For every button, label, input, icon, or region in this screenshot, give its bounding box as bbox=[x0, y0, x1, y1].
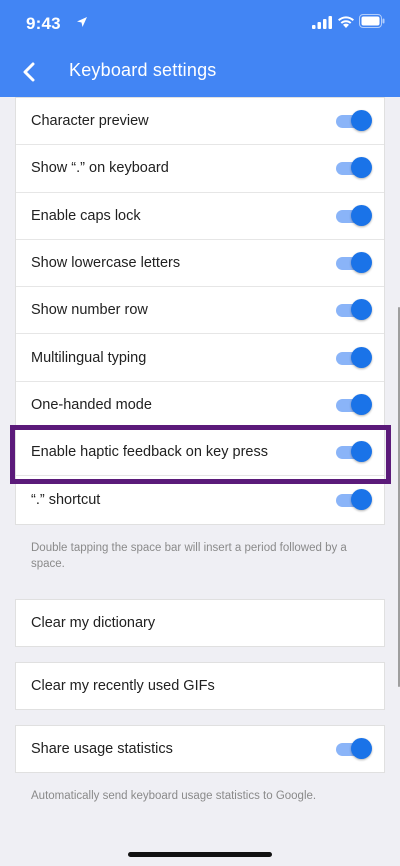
clear-dictionary-button[interactable]: Clear my dictionary bbox=[15, 599, 385, 647]
setting-label: Enable caps lock bbox=[31, 207, 141, 224]
usage-note: Automatically send keyboard usage statis… bbox=[31, 790, 317, 802]
setting-label: Show lowercase letters bbox=[31, 255, 181, 272]
clear-gifs-label: Clear my recently used GIFs bbox=[31, 678, 215, 694]
chevron-left-icon bbox=[23, 62, 35, 82]
back-button[interactable] bbox=[12, 55, 46, 89]
setting-row-one-handed-mode[interactable]: One-handed mode bbox=[16, 382, 384, 430]
setting-row-haptic-feedback[interactable]: Enable haptic feedback on key press bbox=[16, 429, 384, 477]
haptic-feedback-toggle[interactable] bbox=[336, 441, 372, 463]
setting-row-character-preview[interactable]: Character preview bbox=[16, 98, 384, 146]
app-bar: Keyboard settings bbox=[0, 48, 400, 97]
home-indicator[interactable] bbox=[128, 852, 272, 857]
page-title: Keyboard settings bbox=[69, 60, 217, 80]
settings-list[interactable]: Character preview Show “.” on keyboard E… bbox=[0, 97, 400, 866]
character-preview-toggle[interactable] bbox=[336, 110, 372, 132]
period-shortcut-toggle[interactable] bbox=[336, 489, 372, 511]
wifi-icon bbox=[338, 16, 354, 28]
setting-row-share-usage[interactable]: Share usage statistics bbox=[15, 725, 385, 773]
setting-label: Enable haptic feedback on key press bbox=[31, 444, 268, 461]
clear-dictionary-label: Clear my dictionary bbox=[31, 615, 156, 631]
setting-label: Show number row bbox=[31, 302, 148, 319]
show-period-toggle[interactable] bbox=[336, 157, 372, 179]
one-handed-mode-toggle[interactable] bbox=[336, 393, 372, 416]
status-time: 9:43 bbox=[26, 14, 61, 33]
setting-row-lowercase-letters[interactable]: Show lowercase letters bbox=[16, 240, 384, 288]
multilingual-typing-toggle[interactable] bbox=[336, 346, 372, 369]
lowercase-letters-toggle[interactable] bbox=[336, 252, 372, 274]
status-bar: 9:43 bbox=[0, 0, 400, 48]
caps-lock-toggle[interactable] bbox=[336, 204, 372, 227]
number-row-toggle[interactable] bbox=[336, 299, 372, 321]
setting-label: “.” shortcut bbox=[31, 492, 101, 509]
setting-row-caps-lock[interactable]: Enable caps lock bbox=[16, 193, 384, 240]
setting-row-number-row[interactable]: Show number row bbox=[16, 287, 384, 335]
setting-label: Character preview bbox=[31, 113, 149, 130]
setting-label: Show “.” on keyboard bbox=[31, 160, 169, 177]
shortcut-note: Double tapping the space bar will insert… bbox=[31, 542, 347, 570]
setting-label: Multilingual typing bbox=[31, 349, 147, 366]
clear-gifs-button[interactable]: Clear my recently used GIFs bbox=[15, 662, 385, 710]
keyboard-settings-card: Character preview Show “.” on keyboard E… bbox=[15, 97, 385, 525]
setting-label: One-handed mode bbox=[31, 396, 152, 413]
setting-row-show-period[interactable]: Show “.” on keyboard bbox=[16, 145, 384, 193]
share-usage-label: Share usage statistics bbox=[31, 741, 173, 757]
location-arrow-icon bbox=[77, 17, 87, 27]
setting-row-multilingual-typing[interactable]: Multilingual typing bbox=[16, 334, 384, 382]
header: 9:43 Keyboard settings bbox=[0, 0, 400, 97]
setting-row-period-shortcut[interactable]: “.” shortcut bbox=[16, 476, 384, 523]
battery-icon bbox=[359, 14, 385, 28]
share-usage-toggle[interactable] bbox=[336, 738, 372, 760]
cellular-signal-icon bbox=[312, 16, 332, 29]
